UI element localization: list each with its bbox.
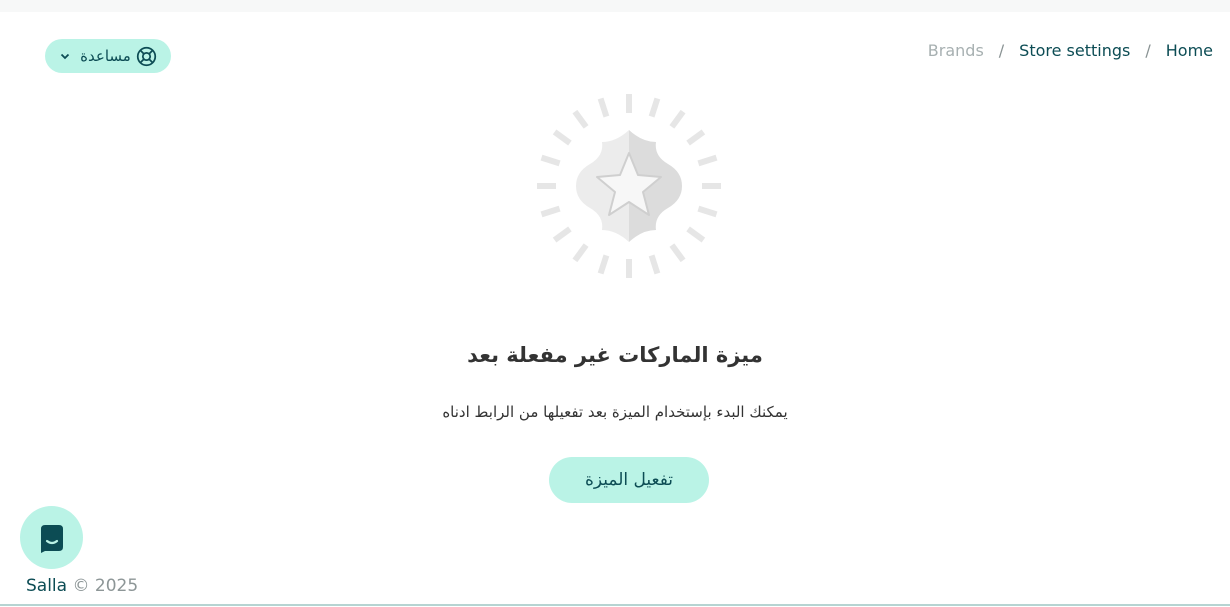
sunburst-ray	[697, 154, 718, 167]
sunburst-ray	[597, 254, 610, 275]
sunburst-ray	[669, 109, 686, 129]
bottom-divider	[0, 604, 1230, 606]
lifebuoy-icon	[136, 46, 157, 67]
sunburst-ray	[552, 129, 572, 146]
breadcrumb-brands: Brands	[927, 40, 984, 60]
empty-state-title: ميزة الماركات غير مفعلة بعد	[467, 343, 763, 367]
sunburst-ray	[540, 154, 561, 167]
sunburst-ray	[572, 109, 589, 129]
breadcrumb-home[interactable]: Home	[1166, 41, 1213, 60]
top-strip	[0, 0, 1230, 12]
chat-button[interactable]	[20, 506, 83, 569]
chevron-down-icon	[59, 50, 71, 62]
breadcrumb-separator: /	[1145, 40, 1151, 60]
breadcrumb-separator: /	[998, 40, 1005, 60]
help-button[interactable]: مساعدة	[45, 39, 171, 73]
help-label: مساعدة	[80, 47, 131, 65]
chat-icon	[37, 523, 67, 553]
page: Brands / Store settings / Home مساعدة مي…	[0, 0, 1230, 607]
footer: Salla © 2025	[26, 576, 138, 596]
breadcrumb: Brands / Store settings / Home	[928, 39, 1213, 61]
sunburst-ray	[552, 226, 572, 243]
footer-copyright: © 2025	[72, 576, 139, 596]
activate-feature-button[interactable]: تفعيل الميزة	[549, 457, 709, 503]
sunburst-ray	[540, 205, 561, 218]
star-badge-icon	[528, 86, 730, 286]
sunburst-ray	[597, 97, 610, 118]
sunburst-ray	[686, 226, 706, 243]
empty-state-description: يمكنك البدء بإستخدام الميزة بعد تفعيلها …	[442, 403, 788, 421]
sunburst-ray	[648, 97, 661, 118]
sunburst-ray	[669, 243, 686, 263]
sunburst-ray	[648, 254, 661, 275]
sunburst-ray	[686, 129, 706, 146]
footer-brand[interactable]: Salla	[26, 576, 67, 596]
sunburst-ray	[697, 205, 718, 218]
breadcrumb-store-settings[interactable]: Store settings	[1019, 41, 1130, 60]
sunburst-ray	[572, 243, 589, 263]
